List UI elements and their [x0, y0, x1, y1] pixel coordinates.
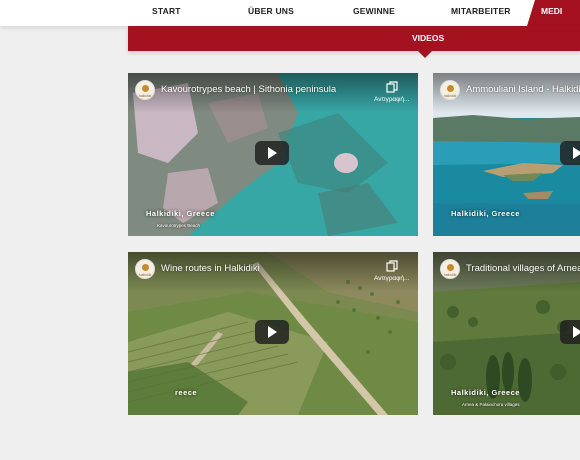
nav-mitarbeiter[interactable]: MITARBEITER: [451, 0, 511, 26]
video-subcaption: Kavourotrypes Beach: [157, 223, 201, 228]
channel-logo[interactable]: halkidiki: [440, 259, 460, 279]
play-button[interactable]: [560, 141, 580, 165]
channel-logo[interactable]: halkidiki: [135, 259, 155, 279]
nav-about-us[interactable]: ÜBER UNS: [248, 0, 294, 26]
copy-link-button[interactable]: Αντιγραφή...: [374, 260, 409, 282]
video-title[interactable]: Kavourotrypes beach | Sithonia peninsula: [161, 84, 336, 95]
play-button[interactable]: [560, 320, 580, 344]
video-caption: reece: [175, 388, 198, 397]
copy-icon: [386, 260, 398, 272]
copy-icon: [386, 81, 398, 93]
nav-media-active[interactable]: MEDI: [527, 0, 580, 26]
top-navigation: START ÜBER UNS GEWINNE MITARBEITER MEDI: [0, 0, 580, 26]
play-button[interactable]: [255, 141, 289, 165]
active-tab-indicator: [418, 51, 432, 58]
video-title[interactable]: Traditional villages of Arnea: [466, 263, 580, 274]
nav-gewinne[interactable]: GEWINNE: [353, 0, 395, 26]
video-title[interactable]: Wine routes in Halkidiki: [161, 263, 260, 274]
nav-start[interactable]: START: [152, 0, 181, 26]
video-card-arnea[interactable]: halkidiki Traditional villages of Arnea …: [433, 252, 580, 415]
sub-navigation: VIDEOS: [128, 26, 580, 58]
copy-link-button[interactable]: Αντιγραφή...: [374, 81, 409, 103]
video-title[interactable]: Ammouliani Island - Halkidi: [466, 84, 580, 95]
video-card-wine-routes[interactable]: halkidiki Wine routes in Halkidiki Αντιγ…: [128, 252, 418, 415]
video-card-ammouliani[interactable]: halkidiki Ammouliani Island - Halkidi Ha…: [433, 73, 580, 236]
video-caption: Halkidiki, Greece: [146, 209, 215, 218]
copy-link-label: Αντιγραφή...: [374, 275, 410, 282]
tab-videos[interactable]: VIDEOS: [412, 33, 444, 43]
video-card-kavourotrypes[interactable]: halkidiki Kavourotrypes beach | Sithonia…: [128, 73, 418, 236]
channel-logo[interactable]: halkidiki: [135, 80, 155, 100]
play-button[interactable]: [255, 320, 289, 344]
copy-link-label: Αντιγραφή...: [374, 96, 410, 103]
video-caption: Halkidiki, Greece: [451, 209, 520, 218]
channel-logo[interactable]: halkidiki: [440, 80, 460, 100]
video-caption: Halkidiki, Greece: [451, 388, 520, 397]
video-subcaption: Arnea & Palaiochora villages: [462, 402, 520, 407]
